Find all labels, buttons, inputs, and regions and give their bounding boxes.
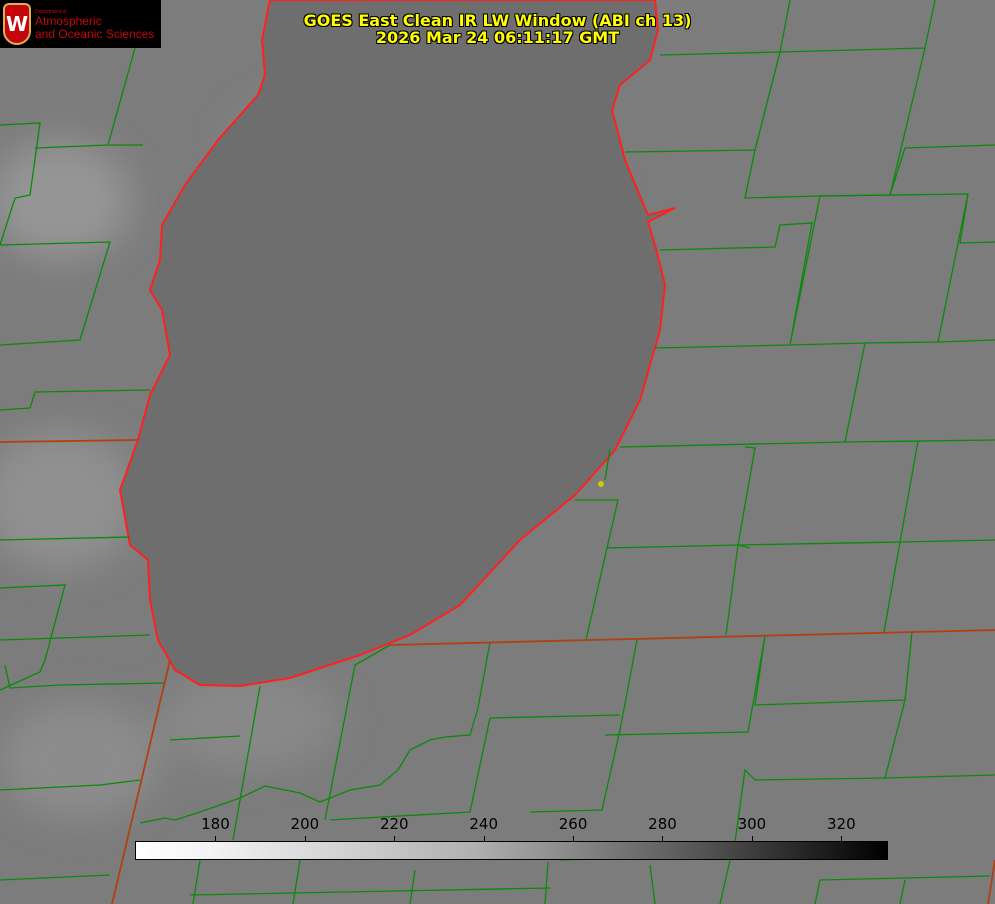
location-marker [598, 481, 604, 487]
title-product: GOES East Clean IR LW Window (ABI ch 13) [303, 11, 692, 30]
colorbar-tick-mark [751, 836, 753, 841]
colorbar-tick-label: 280 [648, 815, 677, 833]
title-timestamp: 2026 Mar 24 06:11:17 GMT [375, 28, 620, 47]
colorbar-tick-mark [304, 836, 306, 841]
ir-satellite-map [0, 0, 995, 904]
colorbar-tick-label: 260 [558, 815, 588, 833]
colorbar-tick-mark [483, 836, 485, 841]
colorbar-tick-label: 300 [737, 815, 767, 833]
colorbar-tick-label: 220 [379, 815, 409, 833]
colorbar-tick-mark [215, 836, 217, 841]
satellite-image-viewer: W Department of Atmospheric and Oceanic … [0, 0, 995, 904]
colorbar-tick-mark [394, 836, 396, 841]
image-title: GOES East Clean IR LW Window (ABI ch 13)… [0, 12, 995, 46]
colorbar-tick-label: 200 [290, 815, 320, 833]
colorbar-tick-mark [662, 836, 664, 841]
colorbar-tick-label: 180 [201, 815, 230, 833]
colorbar-tick-label: 240 [469, 815, 498, 833]
colorbar-tick-mark [841, 836, 843, 841]
colorbar-tick-label: 320 [826, 815, 856, 833]
colorbar-tick-mark [573, 836, 575, 841]
colorbar [135, 841, 888, 860]
